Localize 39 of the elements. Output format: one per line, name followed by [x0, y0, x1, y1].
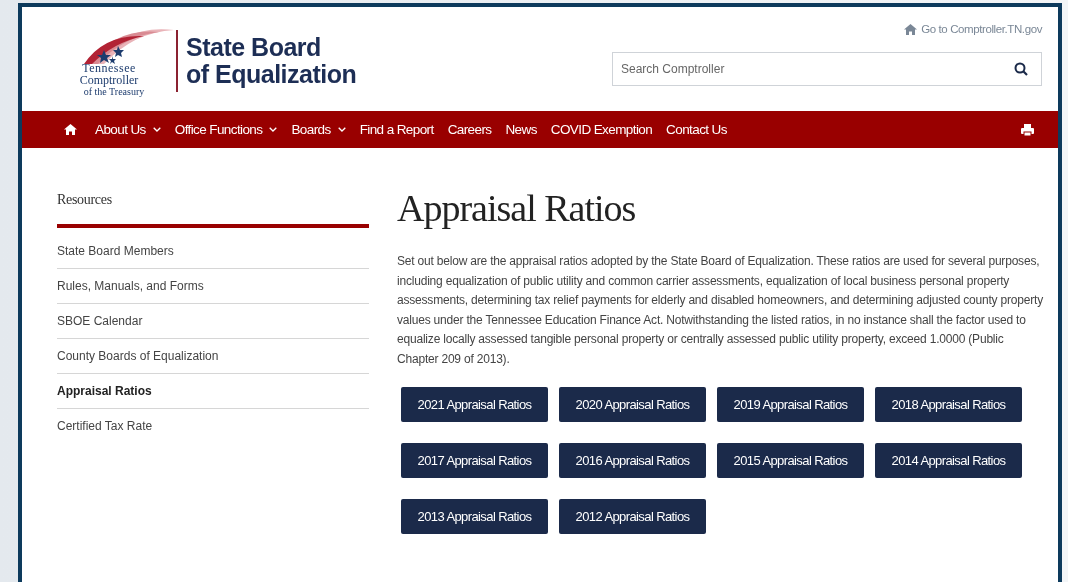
intro-paragraph: Set out below are the appraisal ratios adopted by the State Board of Equalization. These ratios are used for several purposes, including equalization of public utility and common carrier assessments, equalization of local business personal property assessments, determining tax relief payments for elderly and disabled homeowners, and determining adjusted county property values under the Tennessee Education Finance Act. Notwithstanding the listed ratios, in no instance shall the factor used to equalize locally assessed tangible personal property or centrally assessed public utility property, exceed 1.0000 (Public Chapter 209 of 2013).: [397, 253, 1044, 368]
search-icon: [1014, 62, 1028, 76]
sidebar-item[interactable]: Appraisal Ratios: [57, 374, 369, 409]
logo-text: Comptroller: [79, 74, 139, 86]
sidebar-heading: Resources: [57, 186, 369, 228]
site-title: State Board: [186, 34, 322, 61]
sidebar-item[interactable]: Certified Tax Rate: [57, 409, 369, 443]
ratio-button[interactable]: 2013 Appraisal Ratios: [401, 499, 548, 534]
home-icon[interactable]: [64, 124, 77, 135]
sidebar-item[interactable]: Rules, Manuals, and Forms: [57, 269, 369, 304]
nav-item[interactable]: Find a Report: [359, 122, 434, 137]
nav-item[interactable]: News: [505, 122, 537, 137]
search-field[interactable]: Search Comptroller: [612, 52, 1042, 86]
comptroller-logo[interactable]: Tennessee Comptroller of the Treasury: [50, 24, 168, 98]
sidebar-item[interactable]: County Boards of Equalization: [57, 339, 369, 374]
ratio-button[interactable]: 2019 Appraisal Ratios: [717, 387, 864, 422]
home-icon: [904, 23, 918, 35]
ratio-button[interactable]: 2018 Appraisal Ratios: [875, 387, 1022, 422]
ratio-button[interactable]: 2012 Appraisal Ratios: [559, 499, 706, 534]
nav-item[interactable]: About Us: [95, 122, 161, 137]
sidebar-item[interactable]: State Board Members: [57, 234, 369, 269]
page-title: Appraisal Ratios: [397, 186, 637, 230]
site-title: of Equalization: [186, 61, 357, 88]
ratio-button[interactable]: 2014 Appraisal Ratios: [875, 443, 1022, 478]
nav-item[interactable]: Office Functions: [174, 122, 278, 137]
ratio-button[interactable]: 2020 Appraisal Ratios: [559, 387, 706, 422]
ratio-button[interactable]: 2017 Appraisal Ratios: [401, 443, 548, 478]
nav-item[interactable]: Careers: [447, 122, 492, 137]
nav-item[interactable]: Contact Us: [666, 122, 727, 137]
comptroller-link[interactable]: Go to Comptroller.TN.gov: [904, 23, 1042, 35]
sidebar-item[interactable]: SBOE Calendar: [57, 304, 369, 339]
ratio-button[interactable]: 2021 Appraisal Ratios: [401, 387, 548, 422]
logo-text: of the Treasury: [83, 86, 145, 98]
nav-item[interactable]: COVID Exemption: [550, 122, 653, 137]
print-icon[interactable]: [1021, 123, 1034, 136]
nav-item[interactable]: Boards: [291, 122, 346, 137]
logo-text: Tennessee: [82, 62, 136, 74]
ratio-button[interactable]: 2015 Appraisal Ratios: [717, 443, 864, 478]
ratio-button[interactable]: 2016 Appraisal Ratios: [559, 443, 706, 478]
